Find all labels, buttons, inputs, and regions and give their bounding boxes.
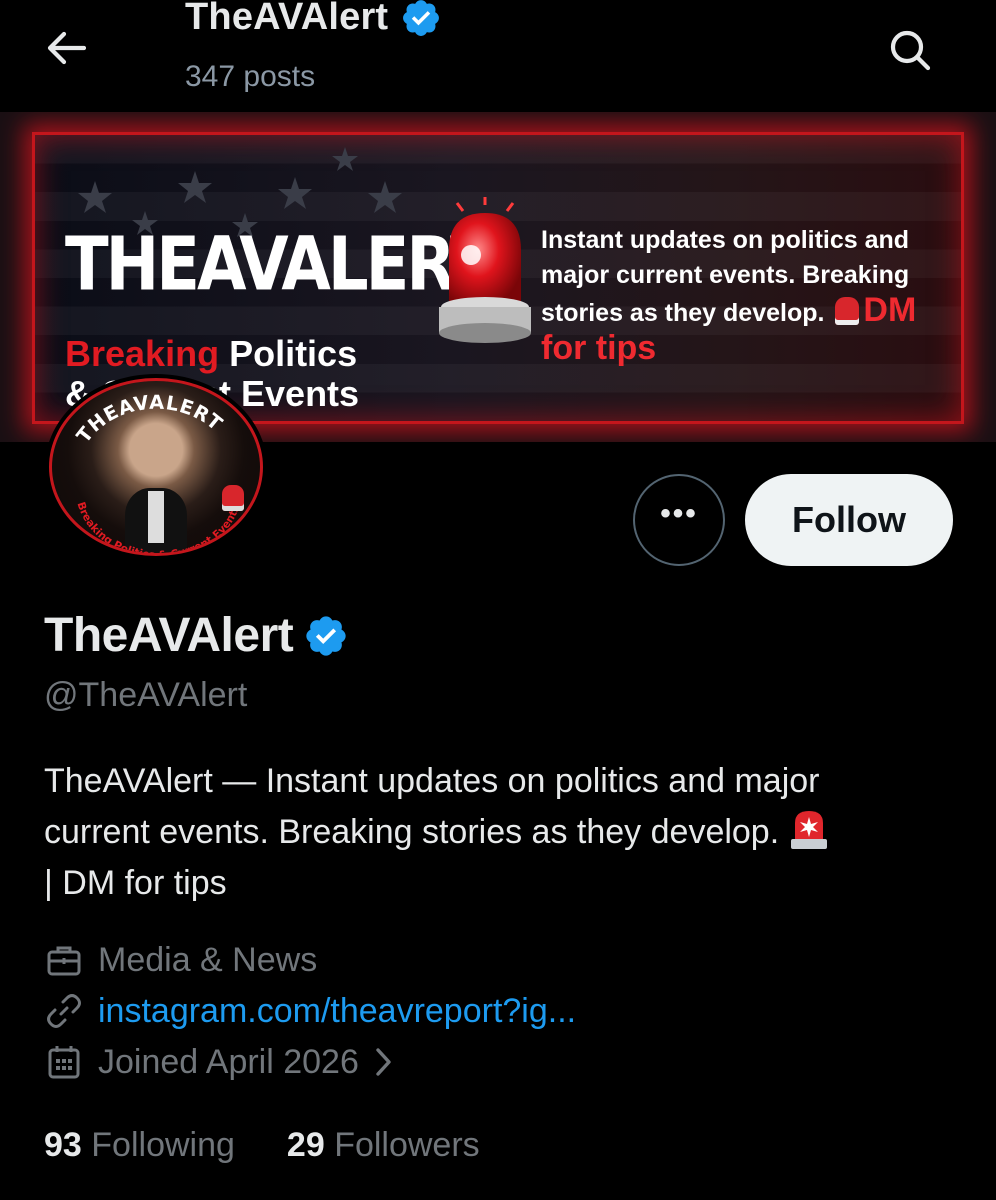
- svg-text:Breaking Politics & Current Ev: Breaking Politics & Current Events: [75, 500, 243, 553]
- banner-subtitle-rest: Politics: [219, 333, 358, 374]
- svg-text:THEAVALERT: THEAVALERT: [72, 391, 227, 447]
- profile-joined-date: Joined April 2026: [98, 1042, 359, 1081]
- followers-count: 29: [286, 1126, 325, 1164]
- more-options-button[interactable]: •••: [633, 474, 725, 566]
- profile-website-link[interactable]: instagram.com/theavreport?ig...: [98, 992, 576, 1031]
- profile-category: Media & News: [98, 940, 318, 979]
- avatar-ring-top-text: THEAVALERT: [72, 391, 227, 447]
- profile-handle: @TheAVAlert: [44, 676, 248, 714]
- back-arrow-icon: [47, 31, 86, 65]
- header-post-count: 347 posts: [185, 60, 316, 93]
- avatar-siren-icon: [222, 485, 244, 511]
- profile-link-row: instagram.com/theavreport?ig...: [44, 991, 576, 1031]
- follow-button[interactable]: Follow: [745, 474, 953, 566]
- siren-emoji-icon: [835, 297, 860, 325]
- back-button[interactable]: [38, 24, 94, 72]
- banner-brand-text: THEAVALERT: [65, 223, 493, 309]
- avatar-ring-text: THEAVALERT Breaking Politics & Current E…: [72, 391, 243, 553]
- calendar-icon: [44, 1042, 84, 1082]
- search-button[interactable]: [882, 22, 938, 78]
- siren-emoji-icon: [790, 811, 827, 849]
- link-icon: [44, 991, 84, 1031]
- verified-badge-icon[interactable]: [303, 613, 349, 659]
- profile-category-row: Media & News: [44, 940, 317, 980]
- avatar-ring-bottom-text: Breaking Politics & Current Events: [75, 500, 243, 553]
- top-bar: TheAVAlert 347 posts: [0, 0, 996, 112]
- briefcase-icon: [44, 940, 84, 980]
- verified-badge-icon: [403, 0, 440, 36]
- search-icon: [890, 30, 931, 71]
- bio-line-1: TheAVAlert — Instant updates on politics…: [44, 762, 820, 800]
- banner-subtitle-red: Breaking: [65, 333, 220, 374]
- profile-joined-row[interactable]: Joined April 2026: [44, 1042, 395, 1082]
- banner-subtitle-line1: Breaking Politics: [65, 333, 357, 375]
- bio-line-3: | DM for tips: [44, 864, 227, 902]
- profile-name-wrap: TheAVAlert: [44, 608, 349, 663]
- siren-graphic: [439, 197, 531, 343]
- bio-line-2: current events. Breaking stories as they…: [44, 813, 780, 851]
- avatar-image: THEAVALERT Breaking Politics & Current E…: [49, 378, 263, 556]
- header-title: TheAVAlert: [185, 0, 389, 38]
- following-label: Following: [91, 1126, 235, 1164]
- header-title-wrap: TheAVAlert: [185, 0, 442, 39]
- chevron-right-icon: [376, 1048, 391, 1076]
- bio-line-2-wrap: current events. Breaking stories as they…: [44, 807, 964, 858]
- following-stat[interactable]: 93 Following: [44, 1126, 235, 1165]
- followers-stat[interactable]: 29 Followers: [287, 1126, 480, 1165]
- display-name: TheAVAlert: [44, 609, 294, 662]
- banner-tagline: Instant updates on politics and major cu…: [541, 223, 961, 369]
- more-options-icon: •••: [660, 497, 698, 530]
- avatar[interactable]: THEAVALERT Breaking Politics & Current E…: [45, 374, 267, 560]
- profile-stats: 93 Following 29 Followers: [44, 1126, 480, 1165]
- followers-label: Followers: [334, 1126, 480, 1164]
- following-count: 93: [44, 1126, 82, 1164]
- profile-bio: TheAVAlert — Instant updates on politics…: [44, 756, 964, 909]
